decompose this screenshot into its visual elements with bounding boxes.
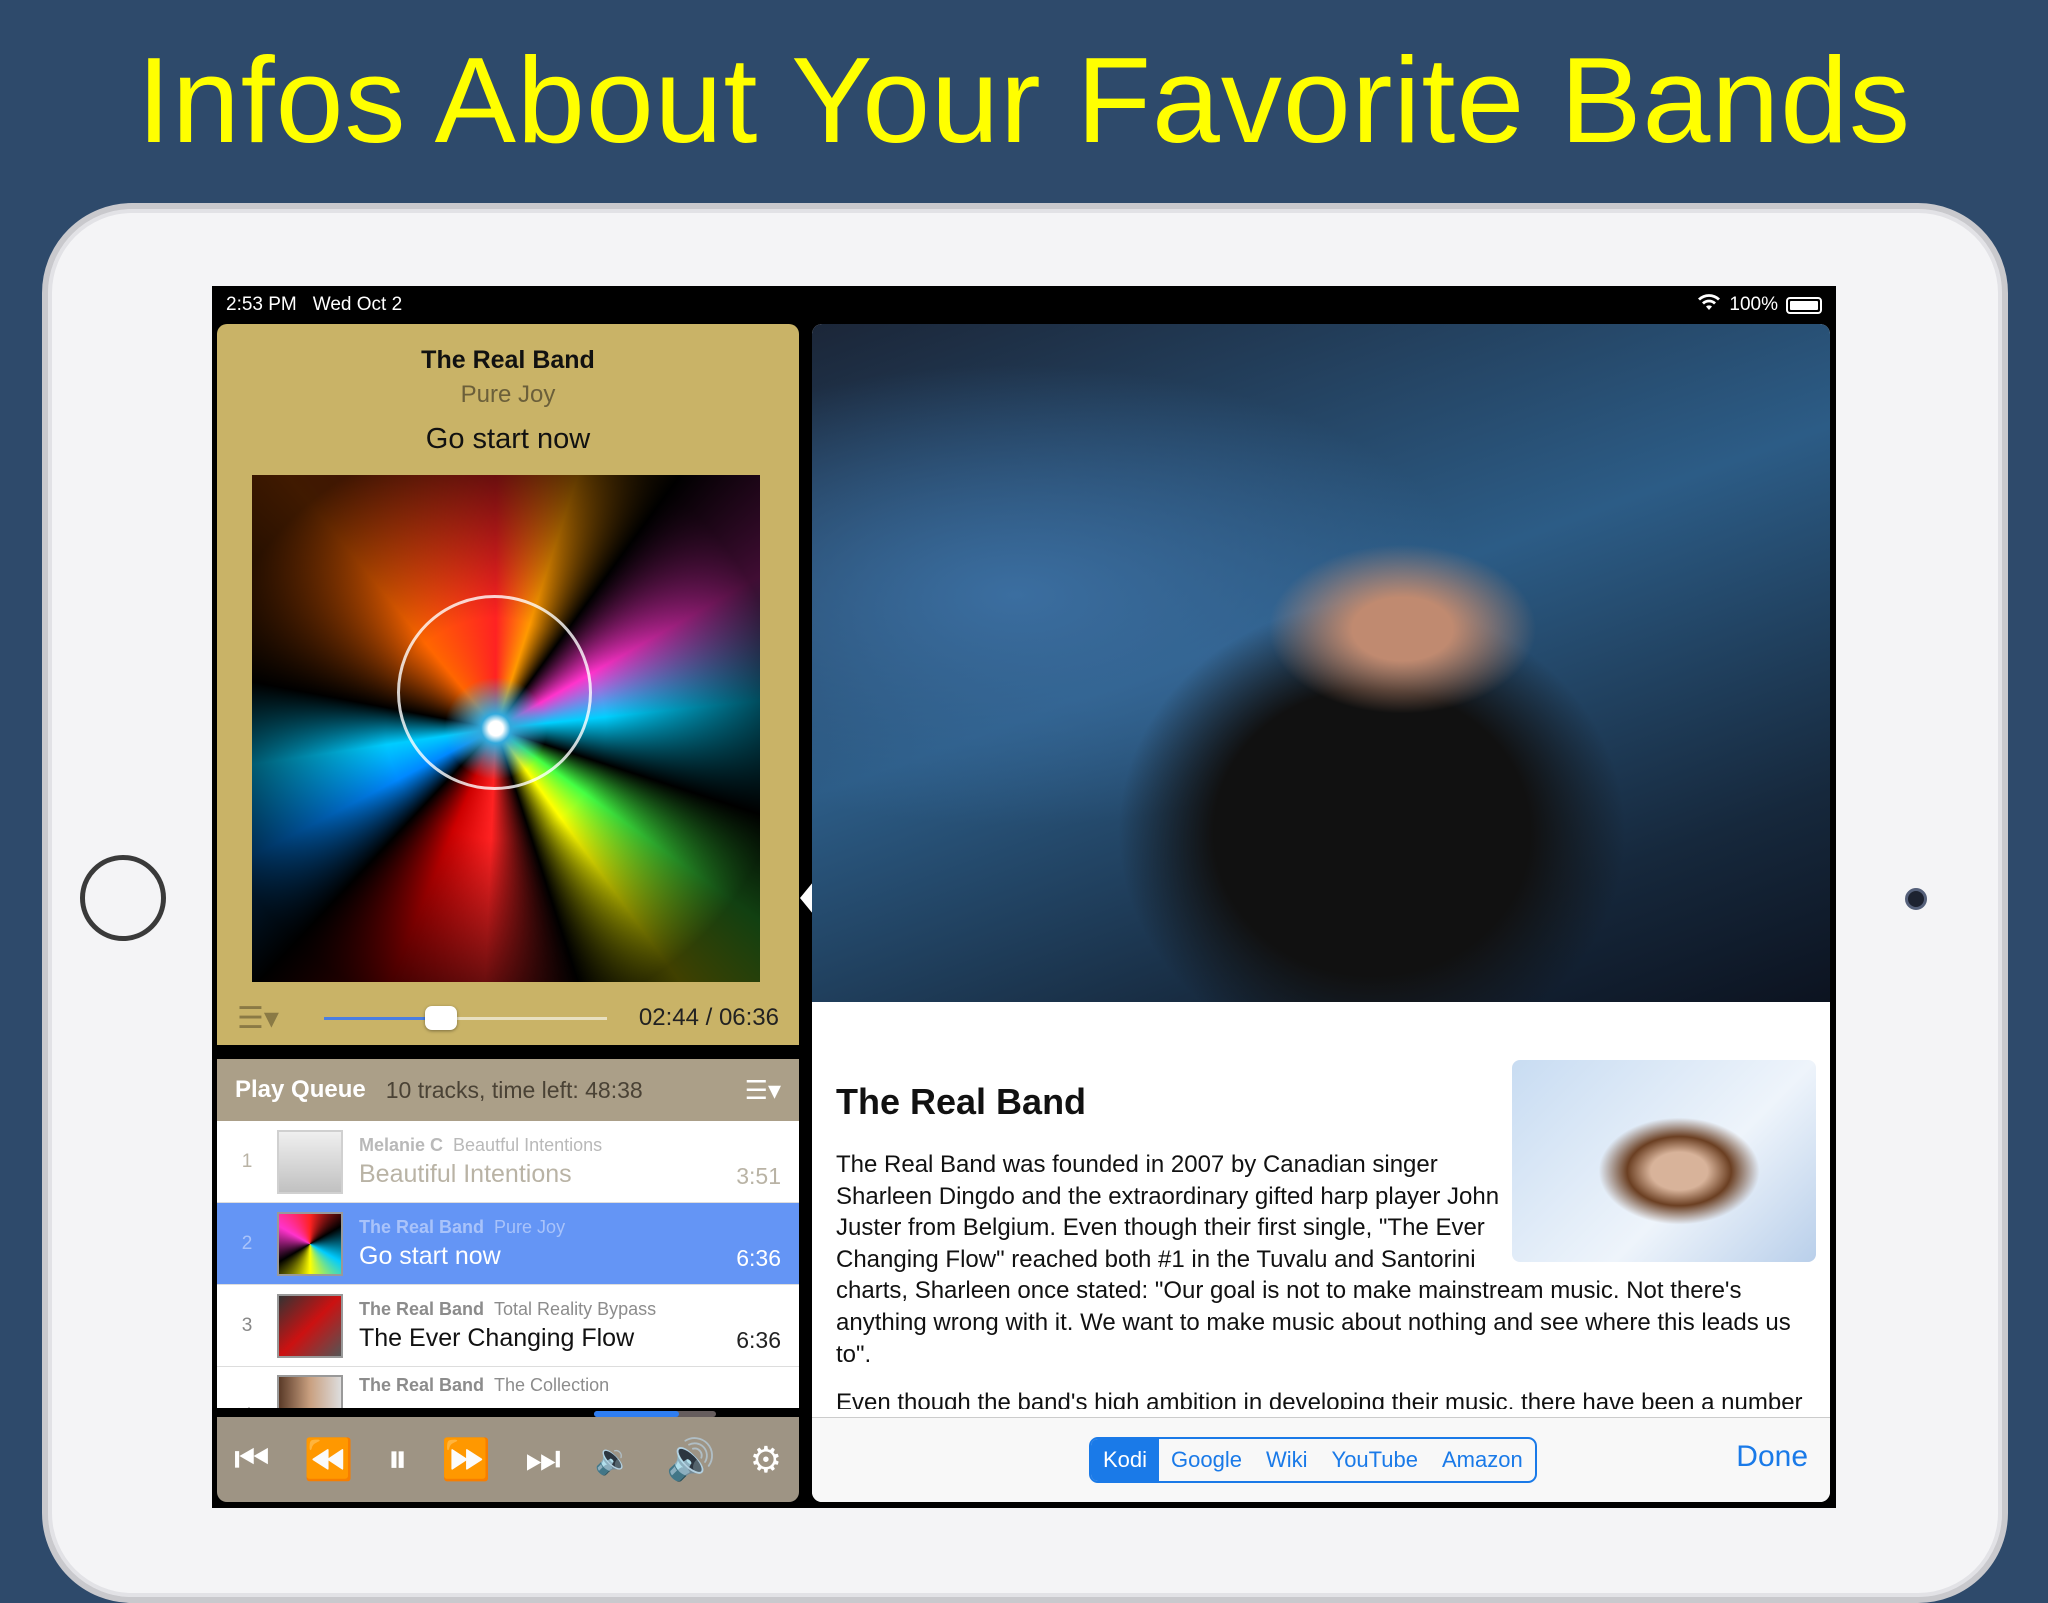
track-number: 3 [241, 1314, 253, 1336]
source-segmented-control: Kodi Google Wiki YouTube Amazon [1089, 1437, 1537, 1483]
playback-controls: ⏮ ⏪ ⏸ ⏩ ⏭ 🔉 🔊 ⚙ [217, 1417, 799, 1502]
track-title: Beautiful Intentions [359, 1159, 572, 1188]
now-playing-song: Go start now [425, 423, 591, 455]
pause-icon[interactable]: ⏸ [387, 1437, 407, 1482]
queue-row-active[interactable]: 2 The Real Band Pure Joy Go start now 6:3… [217, 1203, 799, 1285]
segment-amazon[interactable]: Amazon [1430, 1439, 1535, 1481]
track-thumbnail [277, 1293, 343, 1358]
rewind-icon[interactable]: ⏪ [304, 1436, 354, 1483]
playback-time: 02:44 / 06:36 [638, 1004, 779, 1031]
album-art[interactable] [252, 475, 760, 982]
segment-kodi[interactable]: Kodi [1091, 1439, 1160, 1481]
track-duration: 3:51 [736, 1163, 781, 1189]
track-artist: Melanie C [359, 1134, 444, 1155]
band-info-panel: The Real Band The Real Band was founded … [812, 324, 1830, 1502]
segment-google[interactable]: Google [1159, 1439, 1254, 1481]
battery-percent: 100% [1729, 294, 1778, 315]
wifi-icon [1697, 293, 1721, 317]
play-queue-summary: 10 tracks, time left: 48:38 [385, 1076, 643, 1103]
segment-youtube[interactable]: YouTube [1320, 1439, 1430, 1481]
track-thumbnail [277, 1211, 343, 1276]
queue-row[interactable]: 4 The Real Band The Collection [217, 1367, 799, 1408]
status-date: Wed Oct 2 [312, 294, 403, 315]
band-info-text[interactable]: The Real Band The Real Band was founded … [836, 1024, 1816, 1409]
track-album: The Collection [494, 1375, 610, 1395]
status-time: 2:53 PM [226, 294, 297, 315]
playlist-menu-icon[interactable]: ☰▾ [237, 1001, 292, 1036]
track-artist: The Real Band [359, 1216, 485, 1237]
band-hero-image [812, 324, 1830, 1002]
queue-row[interactable]: 1 Melanie C Beautful Intentions Beautiful… [217, 1121, 799, 1203]
done-button[interactable]: Done [1736, 1440, 1808, 1474]
track-album: Beautful Intentions [453, 1134, 603, 1155]
track-title: Go start now [359, 1241, 501, 1270]
segment-wiki[interactable]: Wiki [1254, 1439, 1320, 1481]
track-duration: 6:36 [736, 1245, 781, 1271]
track-thumbnail [277, 1375, 343, 1408]
status-right: 100% [1697, 293, 1822, 317]
volume-up-icon[interactable]: 🔊 [666, 1436, 716, 1483]
battery-icon [1786, 296, 1822, 314]
screen: 2:53 PM Wed Oct 2 100% The Real Band Pur… [212, 286, 1836, 1508]
now-playing-album: Pure Joy [460, 381, 556, 408]
now-playing: The Real Band Pure Joy Go start now ☰▾ 0… [217, 324, 799, 1045]
track-album: Pure Joy [494, 1216, 566, 1237]
track-artist: The Real Band [359, 1375, 485, 1395]
home-button [80, 855, 166, 941]
skip-next-icon[interactable]: ⏭ [525, 1437, 561, 1482]
play-queue-header: Play Queue 10 tracks, time left: 48:38 ☰… [217, 1059, 799, 1121]
camera [1905, 888, 1927, 910]
track-duration: 6:36 [736, 1327, 781, 1353]
seek-slider[interactable] [324, 1005, 607, 1030]
queue-menu-icon[interactable]: ☰▾ [745, 1075, 781, 1106]
track-thumbnail [277, 1129, 343, 1194]
queue-row[interactable]: 3 The Real Band Total Reality Bypass The … [217, 1285, 799, 1367]
track-number: 4 [217, 1405, 277, 1408]
track-number: 2 [241, 1232, 253, 1254]
fast-forward-icon[interactable]: ⏩ [441, 1436, 491, 1483]
player-panel: The Real Band Pure Joy Go start now ☰▾ 0… [217, 324, 799, 1502]
now-playing-artist: The Real Band [421, 346, 595, 374]
track-album: Total Reality Bypass [494, 1298, 657, 1319]
status-bar: 2:53 PM Wed Oct 2 100% [212, 286, 1836, 324]
skip-previous-icon[interactable]: ⏮ [234, 1437, 270, 1482]
seek-knob[interactable] [425, 1005, 458, 1030]
headline: Infos About Your Favorite Bands [136, 32, 1912, 168]
band-bio-paragraph: Even though the band's high ambition in … [836, 1389, 1803, 1409]
band-member-photo [1512, 1060, 1816, 1262]
track-title: The Ever Changing Flow [359, 1323, 635, 1352]
track-artist: The Real Band [359, 1298, 485, 1319]
volume-down-icon[interactable]: 🔉 [595, 1442, 632, 1477]
queue-list[interactable]: 1 Melanie C Beautful Intentions Beautiful… [217, 1121, 799, 1408]
info-toolbar: Kodi Google Wiki YouTube Amazon Done [812, 1417, 1830, 1502]
play-queue-title: Play Queue [235, 1076, 366, 1103]
track-number: 1 [241, 1150, 253, 1172]
settings-gear-icon[interactable]: ⚙ [750, 1439, 782, 1481]
